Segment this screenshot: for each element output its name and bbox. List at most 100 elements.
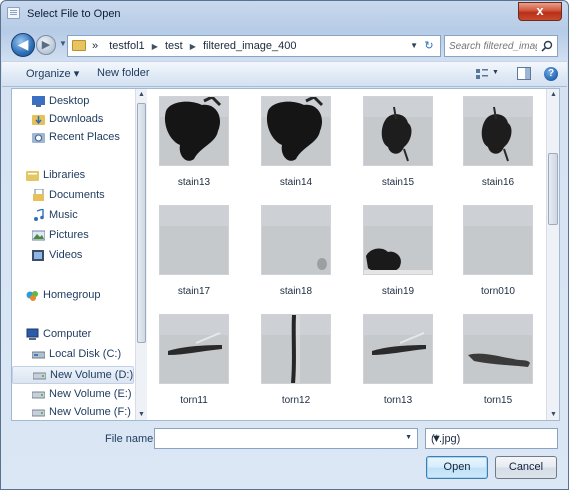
file-name[interactable]: stain14 — [254, 177, 338, 188]
help-icon[interactable]: ? — [544, 67, 558, 81]
file-name-dropdown-icon[interactable]: ▼ — [405, 434, 412, 441]
downloads-icon — [32, 115, 45, 125]
preview-pane-icon[interactable] — [517, 67, 531, 80]
drive-icon — [32, 391, 45, 399]
file-name[interactable]: torn11 — [152, 395, 236, 406]
command-bar: Organize ▾ New folder ▼ ? — [2, 61, 567, 87]
nav-item-downloads[interactable]: Downloads — [12, 111, 134, 129]
file-name[interactable]: stain17 — [152, 286, 236, 297]
file-item-stain13[interactable]: stain13 — [152, 93, 232, 198]
cancel-button[interactable]: Cancel — [495, 456, 557, 479]
nav-item-documents[interactable]: Documents — [12, 187, 134, 205]
scroll-down-icon[interactable]: ▼ — [138, 411, 145, 418]
file-name[interactable]: torn010 — [456, 286, 540, 297]
address-dropdown-icon[interactable]: ▼ — [410, 41, 418, 50]
file-name-label: File name: — [105, 433, 157, 445]
file-thumbnail[interactable] — [262, 97, 330, 165]
search-icon[interactable] — [541, 40, 553, 52]
nav-item-desktop[interactable]: Desktop — [12, 93, 134, 111]
scroll-down-icon[interactable]: ▼ — [550, 411, 557, 418]
nav-item-new-volume-e[interactable]: New Volume (E:) — [12, 386, 134, 404]
file-thumbnail[interactable] — [262, 206, 330, 274]
drive-icon — [33, 372, 46, 380]
file-item-stain19[interactable]: stain19 — [356, 202, 436, 307]
file-list-scroll-thumb[interactable] — [548, 153, 558, 225]
breadcrumb-item-filtered-image-400[interactable]: filtered_image_400 — [203, 40, 297, 52]
browser-area: Desktop Downloads Recent Places Libraries Do… — [11, 88, 560, 421]
file-thumbnail[interactable] — [160, 315, 228, 383]
file-item-torn12[interactable]: torn12 — [254, 311, 334, 416]
breadcrumb-separator-icon[interactable]: ▶ — [152, 42, 158, 51]
recent-locations-dropdown-icon[interactable]: ▼ — [59, 39, 67, 48]
breadcrumb-item-testfol1[interactable]: testfol1 — [109, 40, 144, 52]
file-item-torn11[interactable]: torn11 — [152, 311, 232, 416]
file-name[interactable]: torn13 — [356, 395, 440, 406]
navigation-scroll-thumb[interactable] — [137, 103, 146, 343]
organize-button[interactable]: Organize ▾ — [26, 67, 79, 80]
file-thumbnail[interactable] — [364, 97, 432, 165]
file-name-input[interactable] — [158, 430, 398, 447]
folder-icon — [72, 40, 86, 51]
breadcrumb-item-test[interactable]: test — [165, 40, 183, 52]
file-type-select[interactable]: (*.jpg) ▼ — [425, 428, 558, 449]
back-button[interactable]: ◀ — [11, 33, 35, 57]
open-button[interactable]: Open — [426, 456, 488, 479]
close-button[interactable]: x — [518, 2, 562, 21]
title-bar[interactable]: Select File to Open x — [1, 1, 568, 27]
nav-item-libraries[interactable]: Libraries — [12, 167, 134, 185]
file-item-stain16[interactable]: stain16 — [456, 93, 536, 198]
file-name[interactable]: stain16 — [456, 177, 540, 188]
nav-item-videos[interactable]: Videos — [12, 247, 134, 265]
file-thumbnail[interactable] — [464, 206, 532, 274]
file-thumbnail[interactable] — [464, 97, 532, 165]
navigation-scrollbar[interactable]: ▲ ▼ — [135, 89, 147, 420]
file-item-torn15[interactable]: torn15 — [456, 311, 536, 416]
nav-item-new-volume-f[interactable]: New Volume (F:) — [12, 404, 134, 420]
search-input[interactable] — [449, 39, 537, 53]
file-item-stain18[interactable]: stain18 — [254, 202, 334, 307]
nav-item-recent-places[interactable]: Recent Places — [12, 129, 134, 147]
nav-item-pictures[interactable]: Pictures — [12, 227, 134, 245]
file-item-torn010[interactable]: torn010 — [456, 202, 536, 307]
breadcrumb-overflow[interactable]: » — [92, 40, 98, 52]
file-name[interactable]: stain19 — [356, 286, 440, 297]
file-thumbnail[interactable] — [364, 206, 432, 274]
change-view-icon[interactable] — [476, 68, 488, 80]
file-thumbnail[interactable] — [364, 315, 432, 383]
forward-button[interactable]: ▶ — [36, 35, 56, 55]
nav-item-homegroup[interactable]: Homegroup — [12, 287, 134, 305]
file-thumbnail[interactable] — [160, 206, 228, 274]
file-type-dropdown-icon[interactable]: ▼ — [431, 433, 552, 445]
window-title: Select File to Open — [27, 8, 121, 20]
scroll-up-icon[interactable]: ▲ — [138, 91, 145, 98]
file-item-stain14[interactable]: stain14 — [254, 93, 334, 198]
nav-item-computer[interactable]: Computer — [12, 326, 134, 344]
file-name[interactable]: torn12 — [254, 395, 338, 406]
search-box[interactable] — [444, 35, 558, 57]
nav-item-new-volume-d[interactable]: New Volume (D:) — [12, 366, 134, 384]
view-dropdown-icon[interactable]: ▼ — [492, 69, 499, 76]
file-name[interactable]: stain13 — [152, 177, 236, 188]
refresh-icon[interactable]: ↻ — [421, 39, 437, 53]
file-item-stain15[interactable]: stain15 — [356, 93, 436, 198]
address-bar[interactable]: » testfol1 ▶ test ▶ filtered_image_400 ▼… — [67, 35, 441, 57]
nav-item-label: Desktop — [49, 95, 90, 107]
nav-item-local-disk-c[interactable]: Local Disk (C:) — [12, 346, 134, 364]
file-name[interactable]: stain18 — [254, 286, 338, 297]
libraries-icon — [26, 171, 39, 181]
file-thumbnail[interactable] — [160, 97, 228, 165]
breadcrumb-separator-icon[interactable]: ▶ — [190, 42, 196, 51]
file-thumbnail[interactable] — [262, 315, 330, 383]
new-folder-button[interactable]: New folder — [97, 67, 150, 79]
scroll-up-icon[interactable]: ▲ — [550, 91, 557, 98]
file-thumbnail[interactable] — [464, 315, 532, 383]
nav-item-music[interactable]: Music — [12, 207, 134, 225]
file-name-combobox[interactable]: ▼ — [154, 428, 418, 449]
file-list-scrollbar[interactable]: ▲ ▼ — [546, 89, 559, 420]
file-item-stain17[interactable]: stain17 — [152, 202, 232, 307]
address-row: ◀ ▶ ▼ » testfol1 ▶ test ▶ filtered_image… — [1, 27, 568, 61]
file-name[interactable]: torn15 — [456, 395, 540, 406]
nav-item-label: Computer — [43, 328, 92, 340]
file-name[interactable]: stain15 — [356, 177, 440, 188]
file-item-torn13[interactable]: torn13 — [356, 311, 436, 416]
